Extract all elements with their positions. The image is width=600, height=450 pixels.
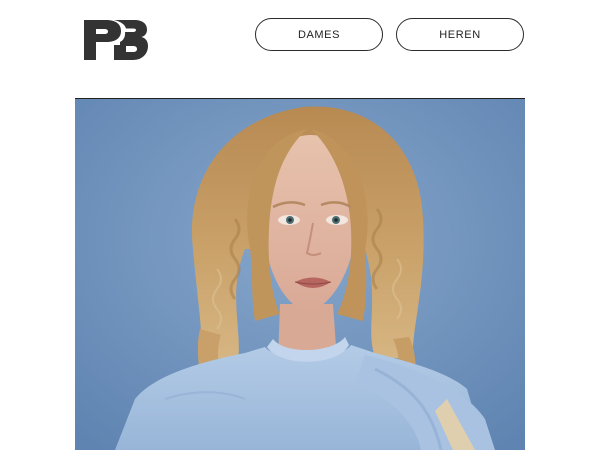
nav-dames-button[interactable]: DAMES [255, 18, 383, 51]
hero-image[interactable] [75, 99, 525, 450]
nav-heren-button[interactable]: HEREN [396, 18, 524, 51]
page: DAMES HEREN [0, 0, 600, 450]
site-header: DAMES HEREN [0, 0, 600, 98]
brand-logo[interactable] [84, 20, 148, 60]
hero-portrait-illustration [75, 99, 525, 450]
